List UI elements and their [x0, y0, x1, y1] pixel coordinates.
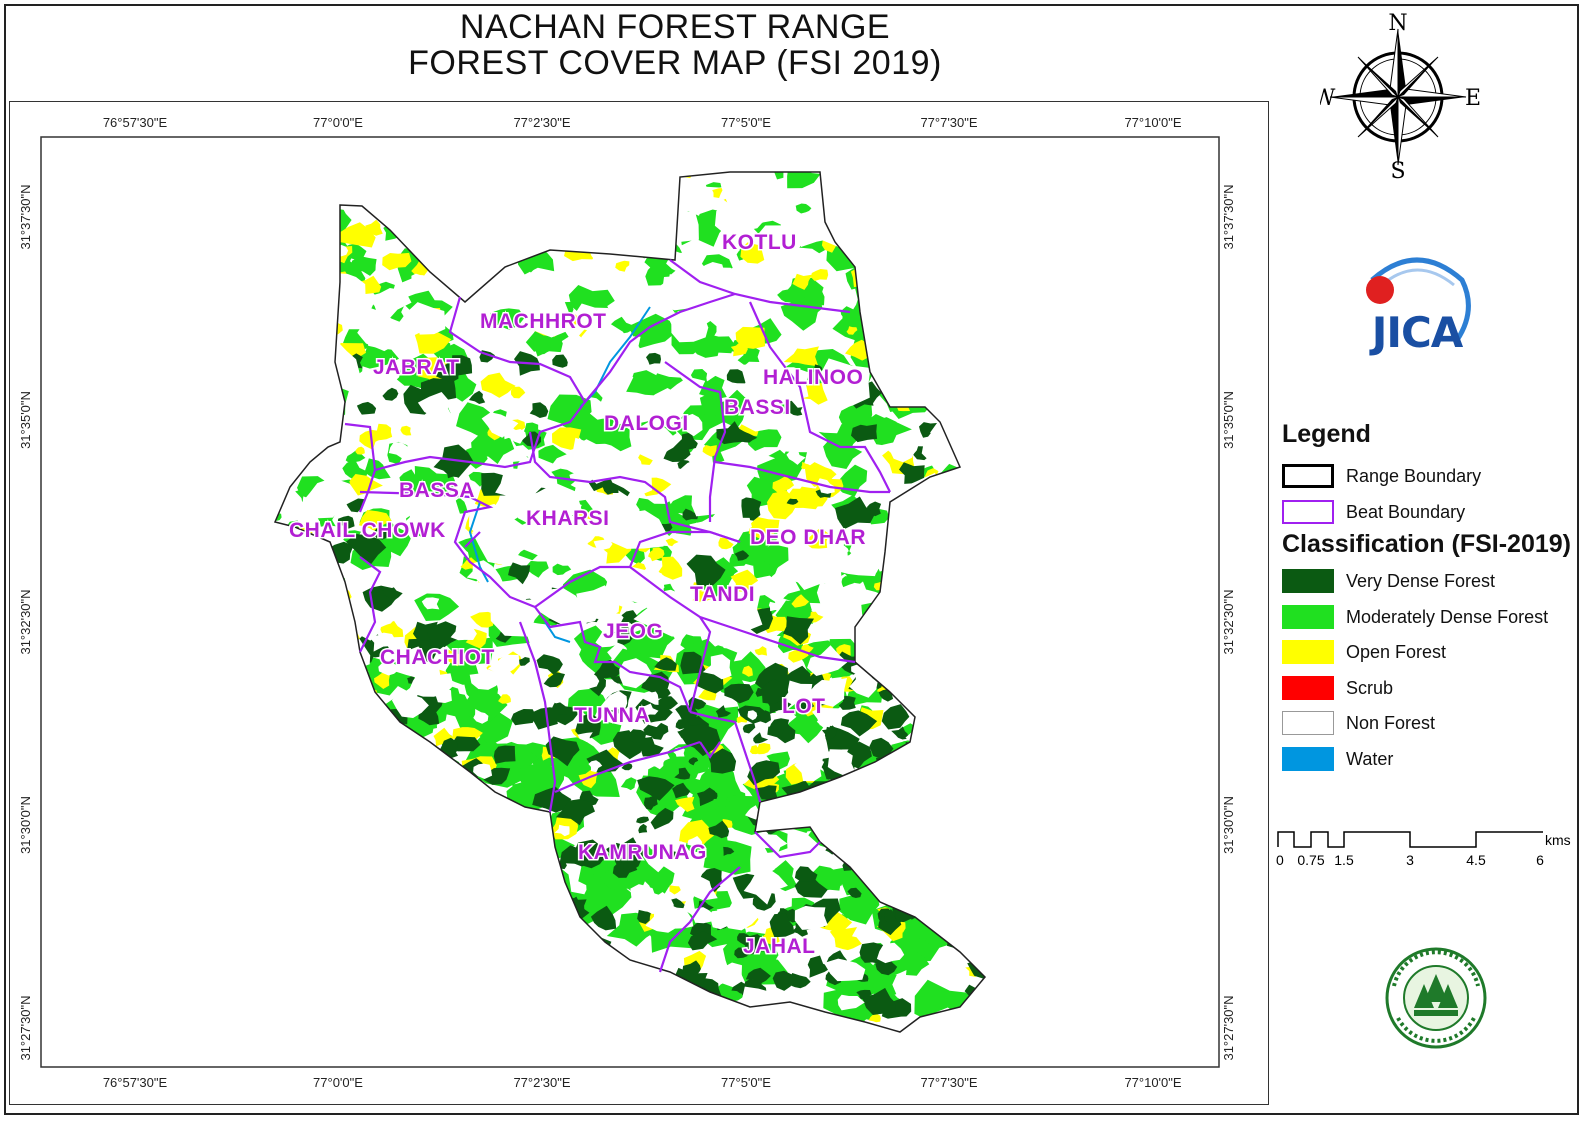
- beat-label-chail-chowk: CHAIL CHOWK: [289, 519, 446, 542]
- legend-item-water: Water: [1282, 745, 1393, 773]
- beat-label-kotlu: KOTLU: [722, 231, 797, 254]
- beat-label-tandi: TANDI: [690, 583, 755, 606]
- lat-label-left: 31°30'0"N: [18, 796, 33, 854]
- lon-label-top: 77°2'30"E: [513, 115, 570, 130]
- legend-label: Range Boundary: [1346, 465, 1482, 486]
- lat-label-left: 31°35'0"N: [18, 391, 33, 449]
- scale-unit: kms: [1545, 832, 1571, 848]
- legend-label: Water: [1346, 748, 1394, 769]
- lat-label-left: 31°27'30"N: [18, 995, 33, 1060]
- legend-swatch: [1282, 500, 1334, 524]
- legend-swatch: [1282, 711, 1334, 735]
- map-title-line-1: NACHAN FOREST RANGE: [459, 8, 891, 46]
- lon-label-bottom: 77°7'30"E: [920, 1075, 977, 1090]
- legend-title: Legend: [1282, 420, 1371, 448]
- legend-item-non-forest: Non Forest: [1282, 709, 1435, 737]
- legend-item-open-forest: Open Forest: [1282, 638, 1446, 666]
- lon-label-top: 77°7'30"E: [920, 115, 977, 130]
- legend-label: Non Forest: [1346, 712, 1436, 733]
- lon-label-top: 76°57'30"E: [103, 115, 168, 130]
- legend-label: Open Forest: [1346, 641, 1447, 662]
- legend-swatch: [1282, 747, 1334, 771]
- beat-label-jahal: JAHAL: [743, 935, 816, 958]
- scale-tick: 0: [1276, 852, 1284, 868]
- lat-label-right: 31°35'0"N: [1221, 391, 1236, 449]
- scale-tick: 3: [1406, 852, 1414, 868]
- legend-swatch: [1282, 676, 1334, 700]
- lon-label-top: 77°0'0"E: [313, 115, 363, 130]
- beat-label-kharsi: KHARSI: [526, 507, 610, 530]
- lat-label-right: 31°32'30"N: [1221, 589, 1236, 654]
- lon-label-top: 77°10'0"E: [1124, 115, 1181, 130]
- beat-label-machhrot: MACHHROT: [480, 310, 606, 333]
- compass-n: N: [1388, 11, 1407, 36]
- legend-item-beat-boundary: Beat Boundary: [1282, 498, 1465, 526]
- legend-swatch: [1282, 569, 1334, 593]
- beat-label-bassa: BASSA: [399, 479, 475, 502]
- compass-s: S: [1390, 159, 1405, 184]
- lat-label-right: 31°27'30"N: [1221, 995, 1236, 1060]
- legend-item-scrub: Scrub: [1282, 674, 1393, 702]
- classification-title: Classification (FSI-2019): [1282, 530, 1571, 558]
- beat-label-chachiot: CHACHIOT: [380, 646, 495, 669]
- compass-rose-icon: N S E W: [1320, 11, 1480, 184]
- beat-label-tunna: TUNNA: [574, 704, 650, 727]
- legend-item-very-dense-forest: Very Dense Forest: [1282, 567, 1495, 595]
- scale-tick: 1.5: [1334, 852, 1354, 868]
- legend-swatch: [1282, 640, 1334, 664]
- lat-label-right: 31°37'30"N: [1221, 184, 1236, 249]
- beat-label-halinoo: HALINOO: [763, 366, 863, 389]
- beat-label-jeog: JEOG: [603, 620, 663, 643]
- jica-logo-icon: JICA: [1366, 257, 1471, 357]
- map-canvas[interactable]: KOTLU MACHHROT JABRAT HALINOO BASSI DALO…: [10, 102, 1270, 1106]
- beat-label-bassi: BASSI: [724, 396, 791, 419]
- legend-label: Very Dense Forest: [1346, 570, 1496, 591]
- beat-label-kamrunag: KAMRUNAG: [578, 841, 707, 864]
- scale-tick: 0.75: [1297, 852, 1324, 868]
- scale-tick: 4.5: [1466, 852, 1486, 868]
- beat-label-lot: LOT: [782, 695, 826, 718]
- legend-swatch: [1282, 464, 1334, 488]
- lon-label-bottom: 77°5'0"E: [721, 1075, 771, 1090]
- scale-tick: 6: [1536, 852, 1544, 868]
- compass-e: E: [1465, 86, 1480, 111]
- lon-label-top: 77°5'0"E: [721, 115, 771, 130]
- jica-logo-text: JICA: [1369, 308, 1464, 357]
- lon-label-bottom: 77°0'0"E: [313, 1075, 363, 1090]
- compass-w: W: [1320, 86, 1336, 111]
- legend-swatch: [1282, 605, 1334, 629]
- lon-label-bottom: 76°57'30"E: [103, 1075, 168, 1090]
- forest-department-seal-icon: [1385, 947, 1487, 1049]
- legend-label: Moderately Dense Forest: [1346, 606, 1549, 627]
- beat-label-jabrat: JABRAT: [373, 356, 460, 379]
- beat-label-deo-dhar: DEO DHAR: [750, 526, 866, 549]
- legend-label: Beat Boundary: [1346, 501, 1466, 522]
- lat-label-left: 31°32'30"N: [18, 589, 33, 654]
- forest-cover-layer: [275, 172, 985, 1032]
- lon-label-bottom: 77°2'30"E: [513, 1075, 570, 1090]
- map-title-line-2: FOREST COVER MAP (FSI 2019): [408, 44, 942, 82]
- map-frame: KOTLU MACHHROT JABRAT HALINOO BASSI DALO…: [9, 101, 1269, 1105]
- legend-label: Scrub: [1346, 677, 1394, 698]
- lat-label-right: 31°30'0"N: [1221, 796, 1236, 854]
- beat-label-dalogi: DALOGI: [604, 412, 689, 435]
- legend-item-range-boundary: Range Boundary: [1282, 462, 1481, 490]
- lon-label-bottom: 77°10'0"E: [1124, 1075, 1181, 1090]
- legend-item-moderately-dense-forest: Moderately Dense Forest: [1282, 603, 1548, 631]
- lat-label-left: 31°37'30"N: [18, 184, 33, 249]
- scale-bar: 0 0.75 1.5 3 4.5 6 kms: [1276, 831, 1571, 868]
